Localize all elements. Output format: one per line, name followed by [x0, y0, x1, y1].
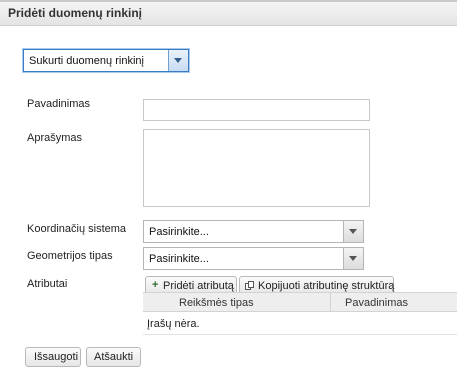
geometry-select-trigger[interactable] — [343, 248, 363, 269]
column-separator — [330, 293, 331, 311]
cancel-button-label: Atšaukti — [94, 351, 134, 363]
column-header-name[interactable]: Pavadinimas — [345, 297, 408, 309]
chevron-down-icon — [174, 58, 182, 63]
attributes-grid-header: Reikšmės tipas Pavadinimas — [143, 292, 457, 312]
crs-label: Koordinačių sistema — [27, 223, 127, 235]
dialog-title: Pridėti duomenų rinkinį — [8, 6, 143, 20]
save-button-label: Išsaugoti — [34, 351, 79, 363]
name-input[interactable] — [143, 99, 370, 121]
add-attribute-label: Pridėti atributą — [163, 280, 234, 292]
geometry-select-value: Pasirinkite... — [149, 253, 209, 265]
description-textarea[interactable] — [143, 129, 370, 207]
grid-empty-text: Įrašų nėra. — [147, 318, 200, 330]
description-label: Aprašymas — [27, 132, 83, 144]
geometry-select[interactable]: Pasirinkite... — [143, 247, 364, 270]
chevron-down-icon — [349, 229, 357, 234]
titlebar-top-border — [0, 0, 457, 2]
name-label: Pavadinimas — [27, 98, 90, 110]
mode-select[interactable]: Sukurti duomenų rinkinį — [23, 49, 189, 72]
copy-structure-label: Kopijuoti atributinę struktūrą — [258, 280, 395, 292]
dialog-titlebar: Pridėti duomenų rinkinį — [0, 0, 457, 26]
crs-select-value: Pasirinkite... — [149, 226, 209, 238]
geometry-label: Geometrijos tipas — [27, 250, 113, 262]
attributes-label: Atributai — [27, 278, 68, 290]
crs-select-trigger[interactable] — [343, 221, 363, 242]
plus-icon: + — [152, 279, 159, 291]
attributes-grid-body: Įrašų nėra. — [143, 312, 457, 335]
mode-select-trigger[interactable] — [168, 50, 188, 71]
save-button[interactable]: Išsaugoti — [25, 347, 81, 367]
mode-select-value: Sukurti duomenų rinkinį — [29, 55, 144, 67]
crs-select[interactable]: Pasirinkite... — [143, 220, 364, 243]
column-header-value-type[interactable]: Reikšmės tipas — [179, 297, 254, 309]
chevron-down-icon — [349, 256, 357, 261]
cancel-button[interactable]: Atšaukti — [86, 347, 141, 367]
